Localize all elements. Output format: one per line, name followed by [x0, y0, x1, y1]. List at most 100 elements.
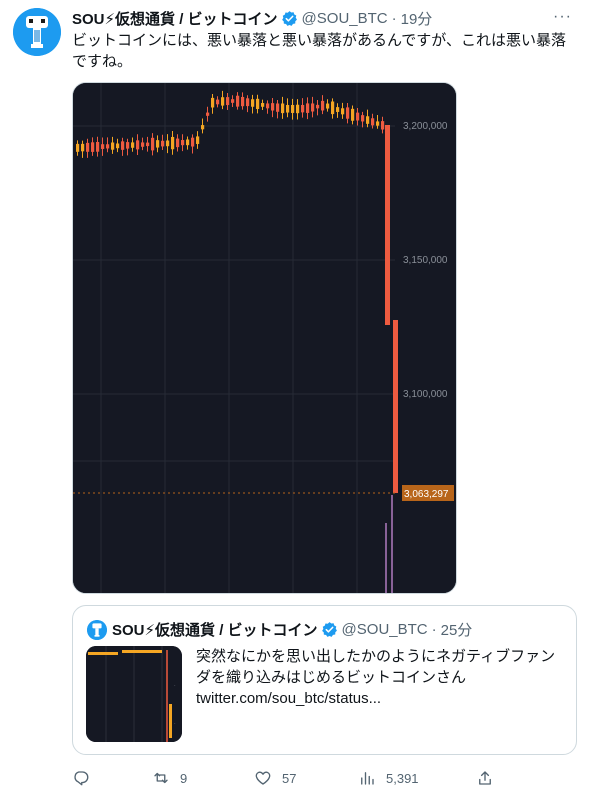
candle-body	[121, 141, 125, 150]
thumbnail-chart: - -	[86, 646, 182, 742]
display-name[interactable]: SOU⚡仮想通貨 / ビットコイン	[72, 8, 278, 29]
candle-body	[186, 139, 190, 146]
chart-background	[73, 83, 456, 593]
retweet-icon	[154, 772, 168, 784]
candle-body	[81, 143, 85, 152]
quoted-link[interactable]: twitter.com/sou_btc/status...	[196, 688, 556, 709]
candle-body	[236, 95, 240, 107]
candle-body	[181, 140, 185, 146]
candle-body	[76, 143, 80, 152]
more-options-button[interactable]: ···	[553, 8, 572, 26]
candle-body	[341, 108, 345, 115]
candle-body	[216, 99, 220, 105]
quoted-text-line: ダを織り込みはじめるビットコインさん	[196, 669, 467, 686]
candle-body	[156, 140, 160, 148]
quoted-tweet[interactable]: SOU⚡仮想通貨 / ビットコイン @SOU_BTC · 25分 - - 突然な…	[72, 605, 577, 755]
like-icon	[255, 771, 271, 785]
candle-body	[271, 103, 275, 111]
quoted-thumbnail: - -	[86, 646, 182, 742]
quoted-text-line: 突然なにかを思い出したかのようにネガティブファン	[196, 648, 556, 665]
verified-icon	[281, 10, 297, 26]
candle-body	[326, 103, 330, 109]
separator-dot: ·	[431, 621, 437, 638]
candle-body	[241, 96, 245, 107]
verified-icon	[321, 622, 337, 637]
candle-body	[366, 116, 370, 124]
like-button[interactable]: 57	[254, 769, 358, 787]
candle-body	[291, 104, 295, 113]
tweet-text-line: ですね。	[72, 53, 133, 70]
candle-body	[251, 99, 255, 107]
candle-body	[276, 103, 280, 112]
separator-dot: ·	[391, 9, 397, 27]
candle-body	[381, 121, 385, 130]
candle-body	[126, 142, 130, 149]
candle-body	[226, 97, 230, 106]
price-label: 3,200,000	[403, 121, 448, 132]
like-count: 57	[282, 770, 297, 786]
tweet-actions: 9 57 5,391	[72, 766, 552, 790]
avatar[interactable]	[13, 8, 61, 56]
candle-body	[101, 144, 105, 149]
candle-body	[336, 107, 340, 112]
quoted-timestamp: 25分	[440, 622, 473, 639]
retweet-count: 9	[180, 770, 188, 786]
candle-body	[166, 140, 170, 147]
candle-body	[111, 142, 115, 150]
candle-body	[191, 137, 195, 147]
candle-body	[281, 103, 285, 114]
price-label: 3,100,000	[403, 389, 448, 400]
candle-body	[351, 108, 355, 121]
tweet-text: ビットコインには、悪い暴落と悪い暴落があるんですが、これは悪い暴落 ですね。	[72, 30, 572, 72]
candle-body	[246, 98, 250, 107]
quoted-avatar	[87, 619, 107, 640]
drop-candle	[393, 320, 398, 493]
current-price-label: 3,063,297	[404, 489, 449, 500]
candle-body	[376, 121, 380, 126]
tweet-header: SOU⚡仮想通貨 / ビットコイン @SOU_BTC · 19分 ···	[72, 8, 572, 28]
tweet-image-chart[interactable]: 3,200,000 3,150,000 3,100,000 3,063,297	[72, 82, 457, 594]
candle-body	[106, 144, 110, 149]
avatar-character-icon	[87, 619, 107, 640]
candle-body	[301, 104, 305, 113]
candle-body	[346, 107, 350, 119]
candle-body	[306, 103, 310, 113]
candle-body	[371, 118, 375, 126]
candle-body	[266, 103, 270, 109]
candle-body	[196, 136, 200, 144]
candle-body	[131, 142, 135, 148]
candle-body	[316, 104, 320, 109]
quoted-handle: @SOU_BTC	[341, 621, 428, 638]
candle-body	[256, 98, 260, 109]
candle-body	[321, 100, 325, 111]
timestamp[interactable]: 19分	[401, 8, 433, 29]
candle-body	[286, 104, 290, 113]
candle-body	[96, 141, 100, 152]
candle-body	[231, 99, 235, 103]
candle-body	[261, 103, 265, 107]
candle-body	[221, 97, 225, 106]
quoted-display-name: SOU⚡仮想通貨 / ビットコイン	[112, 622, 318, 639]
candle-body	[171, 136, 175, 150]
handle[interactable]: @SOU_BTC	[302, 10, 388, 27]
share-icon	[479, 771, 491, 785]
candle-body	[361, 115, 365, 122]
quoted-tweet-text: 突然なにかを思い出したかのようにネガティブファン ダを織り込みはじめるビットコイ…	[196, 646, 556, 709]
candlestick-chart: 3,200,000 3,150,000 3,100,000 3,063,297	[73, 83, 456, 593]
candle-body	[211, 97, 215, 108]
reply-button[interactable]	[72, 769, 152, 787]
candle-body	[91, 142, 95, 152]
drop-candle	[385, 125, 390, 325]
views-button[interactable]: 5,391	[358, 769, 476, 787]
retweet-button[interactable]: 9	[152, 769, 254, 787]
candle-body	[146, 142, 150, 147]
avatar-character-icon	[13, 8, 61, 56]
share-button[interactable]	[476, 769, 494, 787]
price-label: 3,150,000	[403, 255, 448, 266]
candle-body	[161, 140, 165, 147]
candle-body	[136, 140, 140, 150]
candle-body	[141, 142, 145, 147]
quoted-tweet-header: SOU⚡仮想通貨 / ビットコイン @SOU_BTC · 25分	[87, 619, 472, 640]
candle-body	[201, 125, 205, 130]
tweet-text-line: ビットコインには、悪い暴落と悪い暴落があるんですが、これは悪い暴落	[72, 32, 566, 49]
